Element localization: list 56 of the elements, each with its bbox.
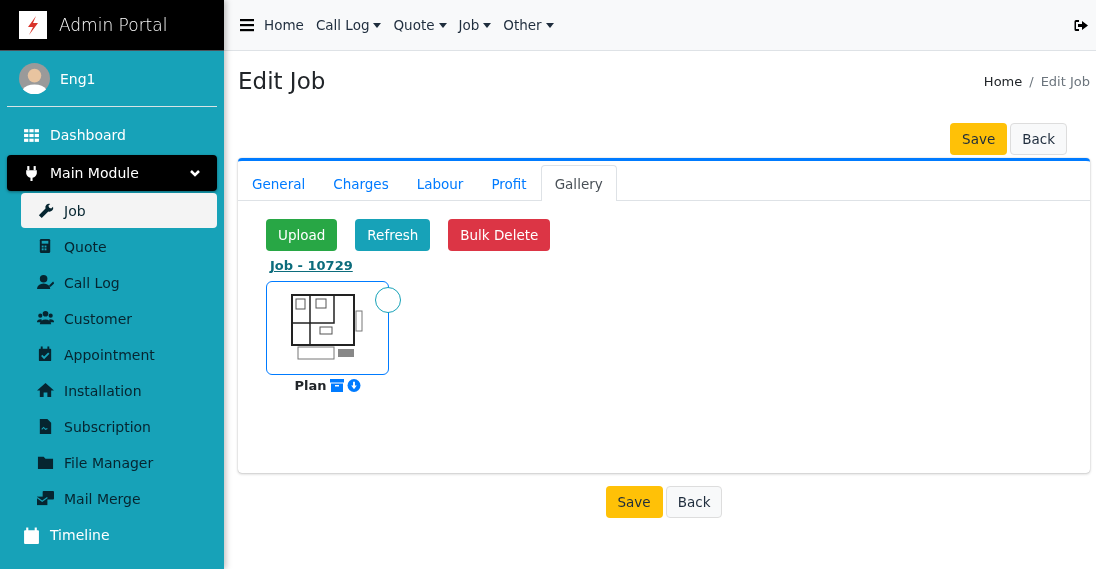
tab[interactable]: Labour — [402, 165, 478, 201]
sidebar-item[interactable]: Main Module — [7, 155, 217, 191]
tab[interactable]: General — [238, 165, 320, 201]
sidebar-subitem[interactable]: Installation — [21, 373, 217, 408]
avatar-icon — [19, 63, 50, 94]
sidebar-subitem[interactable]: Job — [21, 193, 217, 228]
action-button[interactable]: Refresh — [355, 219, 431, 251]
logout-icon[interactable] — [1074, 18, 1088, 32]
folder-icon — [37, 454, 54, 471]
plug-icon — [23, 164, 40, 182]
nav-link[interactable]: Job — [452, 17, 498, 33]
page-title: Edit Job — [238, 68, 326, 94]
user-edit-icon — [37, 274, 54, 291]
image-caption: Plan — [294, 378, 327, 393]
nav-link[interactable]: Call Log — [309, 17, 388, 33]
thumbnail-frame[interactable] — [266, 281, 389, 375]
tab[interactable]: Gallery — [540, 165, 617, 201]
mail-icon — [37, 490, 54, 507]
grid-icon — [23, 126, 40, 144]
action-button[interactable]: Upload — [266, 219, 338, 251]
breadcrumb-item[interactable]: Home — [983, 73, 1023, 89]
wrench-icon — [37, 202, 54, 219]
sidebar-item[interactable]: Dashboard — [7, 117, 217, 153]
nav-link[interactable]: Other — [497, 17, 560, 33]
calendar-icon — [23, 526, 40, 544]
tab[interactable]: Profit — [477, 165, 541, 201]
document-icon — [37, 418, 54, 435]
house-icon — [37, 382, 54, 399]
sidebar-subitem[interactable]: File Manager — [21, 445, 217, 480]
user-name: Eng1 — [60, 70, 96, 87]
delete-button[interactable]: Bulk Delete — [448, 219, 551, 251]
tab[interactable]: Charges — [319, 165, 403, 201]
action-button[interactable]: Save — [950, 123, 1008, 155]
calendar-check-icon — [37, 346, 54, 363]
chevron-icon — [189, 167, 201, 179]
menu-icon[interactable] — [240, 18, 254, 32]
breadcrumb-separator: / — [1029, 73, 1034, 89]
select-circle[interactable] — [375, 287, 401, 313]
sidebar-subitem[interactable]: Quote — [21, 229, 217, 264]
users-icon — [37, 310, 54, 327]
brand-title: Admin Portal — [59, 15, 168, 35]
action-button[interactable]: Back — [1010, 123, 1067, 155]
action-button[interactable]: Back — [665, 486, 723, 518]
job-link[interactable]: Job - 10729 — [270, 258, 353, 273]
nav-link[interactable]: Home — [258, 17, 310, 33]
sidebar-subitem[interactable]: Appointment — [21, 337, 217, 372]
sidebar-subitem[interactable]: Subscription — [21, 409, 217, 444]
sidebar-item[interactable]: Timeline — [7, 517, 217, 553]
nav-link[interactable]: Quote — [387, 17, 453, 33]
sidebar-subitem[interactable]: Mail Merge — [21, 481, 217, 516]
sidebar-subitem[interactable]: Call Log — [21, 265, 217, 300]
archive-icon[interactable] — [329, 379, 344, 392]
download-icon[interactable] — [346, 379, 361, 392]
action-button[interactable]: Save — [605, 486, 663, 518]
breadcrumb-item: Edit Job — [1040, 73, 1090, 89]
sidebar-subitem[interactable]: Customer — [21, 301, 217, 336]
